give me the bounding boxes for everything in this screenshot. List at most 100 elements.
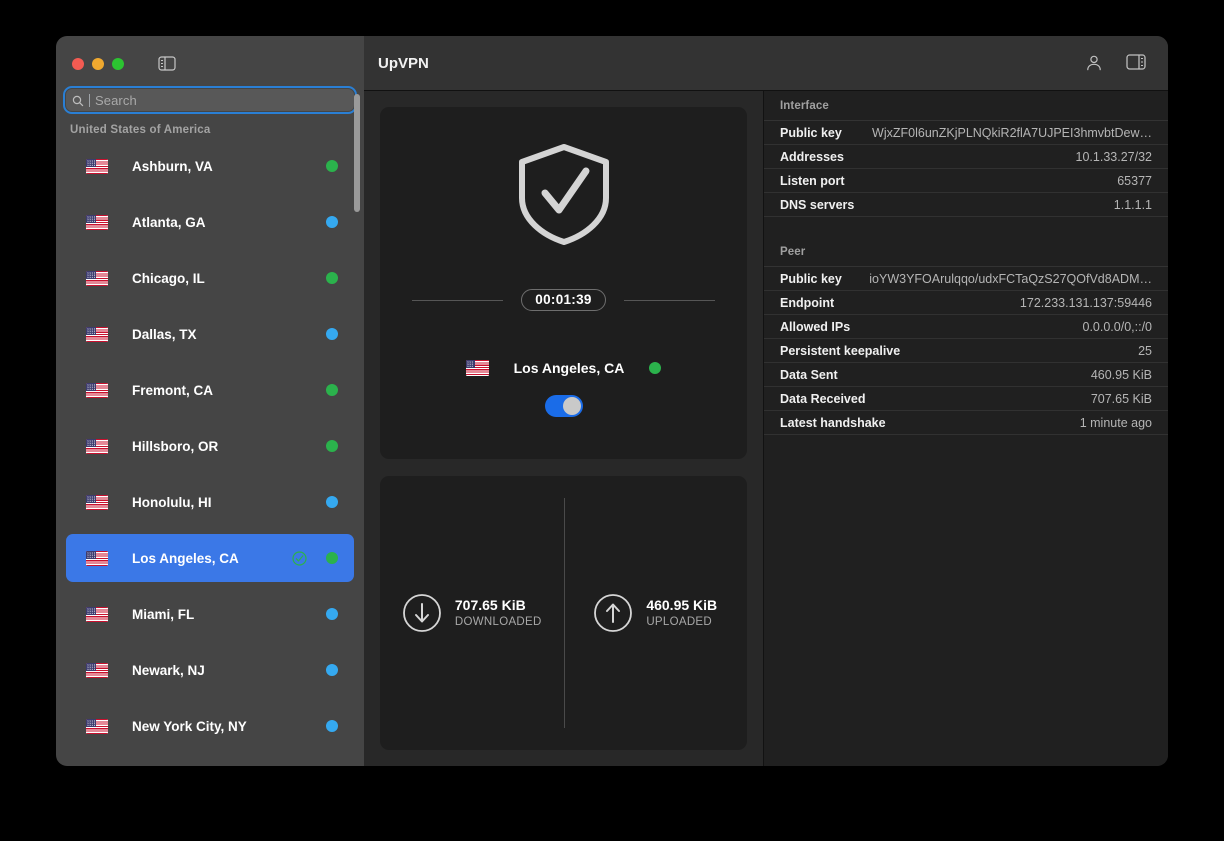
detail-value: 25 (1138, 344, 1152, 358)
detail-row: Latest handshake 1 minute ago (764, 411, 1168, 435)
content-area: UpVPN (364, 36, 1168, 766)
location-row[interactable]: Miami, FL (66, 590, 354, 638)
section-gap (764, 217, 1168, 237)
location-status-dot (326, 440, 338, 452)
detail-key: Endpoint (780, 296, 834, 310)
downloaded-stat: 707.65 KiB DOWNLOADED (380, 476, 564, 750)
traffic-stats-card: 707.65 KiB DOWNLOADED (380, 476, 747, 750)
sidebar-group-header: United States of America (56, 111, 364, 142)
timer-divider-left (412, 300, 503, 301)
titlebar-actions (1084, 53, 1146, 73)
arrow-down-circle-icon (402, 593, 442, 633)
search-input[interactable]: Search (66, 89, 354, 111)
location-label: Atlanta, GA (132, 215, 326, 230)
detail-value: 460.95 KiB (1091, 368, 1152, 382)
detail-value: 1.1.1.1 (1114, 198, 1152, 212)
detail-row: Listen port 65377 (764, 169, 1168, 193)
detail-row: Data Sent460.95 KiB (764, 363, 1168, 387)
detail-row: Addresses 10.1.33.27/32 (764, 145, 1168, 169)
location-row[interactable]: New York City, NY (66, 702, 354, 750)
location-label: Honolulu, HI (132, 495, 326, 510)
sidebar-right-icon[interactable] (1126, 53, 1146, 73)
location-list: Ashburn, VA Atlanta, GA Chicago, IL Dallas,… (56, 142, 364, 766)
detail-value: 172.233.131.137:59446 (1020, 296, 1152, 310)
details-panel: Interface Public keyWjxZF0l6unZKjPLNQkiR… (764, 91, 1168, 766)
us-flag-icon (86, 159, 108, 174)
location-row[interactable]: Dallas, TX (66, 310, 354, 358)
detail-value: 707.65 KiB (1091, 392, 1152, 406)
detail-key: Persistent keepalive (780, 344, 900, 358)
us-flag-icon (466, 360, 489, 376)
us-flag-icon (86, 383, 108, 398)
detail-key: Listen port (780, 174, 845, 188)
location-row[interactable]: Los Angeles, CA (66, 534, 354, 582)
location-status-dot (326, 272, 338, 284)
shield-check-icon (516, 143, 612, 246)
connected-check-icon (292, 551, 307, 566)
peer-rows: Public keyioYW3YFOArulqqo/udxFCTaQzS27QO… (764, 267, 1168, 435)
detail-value: 1 minute ago (1080, 416, 1152, 430)
detail-value: 65377 (1117, 174, 1152, 188)
us-flag-icon (86, 327, 108, 342)
connected-location-label: Los Angeles, CA (514, 360, 625, 376)
location-label: Miami, FL (132, 607, 326, 622)
us-flag-icon (86, 663, 108, 678)
location-status-dot (326, 720, 338, 732)
detail-value: ioYW3YFOArulqqo/udxFCTaQzS27QOfVd8ADM… (869, 272, 1152, 286)
detail-row: Public keyioYW3YFOArulqqo/udxFCTaQzS27QO… (764, 267, 1168, 291)
uploaded-text-group: 460.95 KiB UPLOADED (646, 596, 717, 630)
location-row[interactable]: Hillsboro, OR (66, 422, 354, 470)
us-flag-icon (86, 271, 108, 286)
person-icon[interactable] (1084, 53, 1104, 73)
detail-row: DNS servers 1.1.1.1 (764, 193, 1168, 217)
location-status-dot (326, 216, 338, 228)
detail-key: Addresses (780, 150, 844, 164)
location-row[interactable]: Ashburn, VA (66, 142, 354, 190)
location-label: Dallas, TX (132, 327, 326, 342)
sidebar-left-icon[interactable] (158, 56, 176, 71)
arrow-up-circle-icon (593, 593, 633, 633)
location-status-dot (326, 496, 338, 508)
connection-status-card: 00:01:39 Los Angeles, CA (380, 107, 747, 459)
session-timer-row: 00:01:39 (380, 289, 747, 311)
downloaded-label: DOWNLOADED (455, 615, 542, 631)
location-row[interactable]: Fremont, CA (66, 366, 354, 414)
sidebar: Search United States of America Ashburn,… (56, 36, 364, 766)
us-flag-icon (86, 719, 108, 734)
search-placeholder: Search (95, 93, 137, 108)
uploaded-stat: 460.95 KiB UPLOADED (564, 476, 748, 750)
detail-key: Data Received (780, 392, 865, 406)
minimize-window-button[interactable] (92, 58, 104, 70)
location-row[interactable]: Honolulu, HI (66, 478, 354, 526)
location-label: Los Angeles, CA (132, 551, 292, 566)
detail-key: Public key (780, 126, 842, 140)
location-status-dot (326, 384, 338, 396)
page-title: UpVPN (378, 55, 1084, 72)
sidebar-scrollbar[interactable] (354, 94, 360, 754)
peer-section-header: Peer (764, 237, 1168, 267)
app-titlebar: UpVPN (364, 36, 1168, 91)
connection-status-dot (649, 362, 661, 374)
detail-value: 0.0.0.0/0,::/0 (1083, 320, 1153, 334)
detail-key: Latest handshake (780, 416, 886, 430)
vpn-toggle[interactable] (545, 395, 583, 417)
location-row[interactable]: Newark, NJ (66, 646, 354, 694)
uploaded-label: UPLOADED (646, 615, 717, 631)
detail-key: Allowed IPs (780, 320, 850, 334)
stats-divider (564, 498, 565, 728)
detail-row: Data Received 707.65 KiB (764, 387, 1168, 411)
location-label: Chicago, IL (132, 271, 326, 286)
detail-key: DNS servers (780, 198, 854, 212)
search-icon (72, 94, 84, 106)
sidebar-scrollbar-thumb[interactable] (354, 94, 360, 212)
detail-row: Endpoint 172.233.131.137:59446 (764, 291, 1168, 315)
main-panel: 00:01:39 Los Angeles, CA (364, 91, 764, 766)
us-flag-icon (86, 495, 108, 510)
location-row[interactable]: Atlanta, GA (66, 198, 354, 246)
location-row[interactable]: Chicago, IL (66, 254, 354, 302)
close-window-button[interactable] (72, 58, 84, 70)
us-flag-icon (86, 215, 108, 230)
zoom-window-button[interactable] (112, 58, 124, 70)
us-flag-icon (86, 607, 108, 622)
detail-value: 10.1.33.27/32 (1076, 150, 1152, 164)
